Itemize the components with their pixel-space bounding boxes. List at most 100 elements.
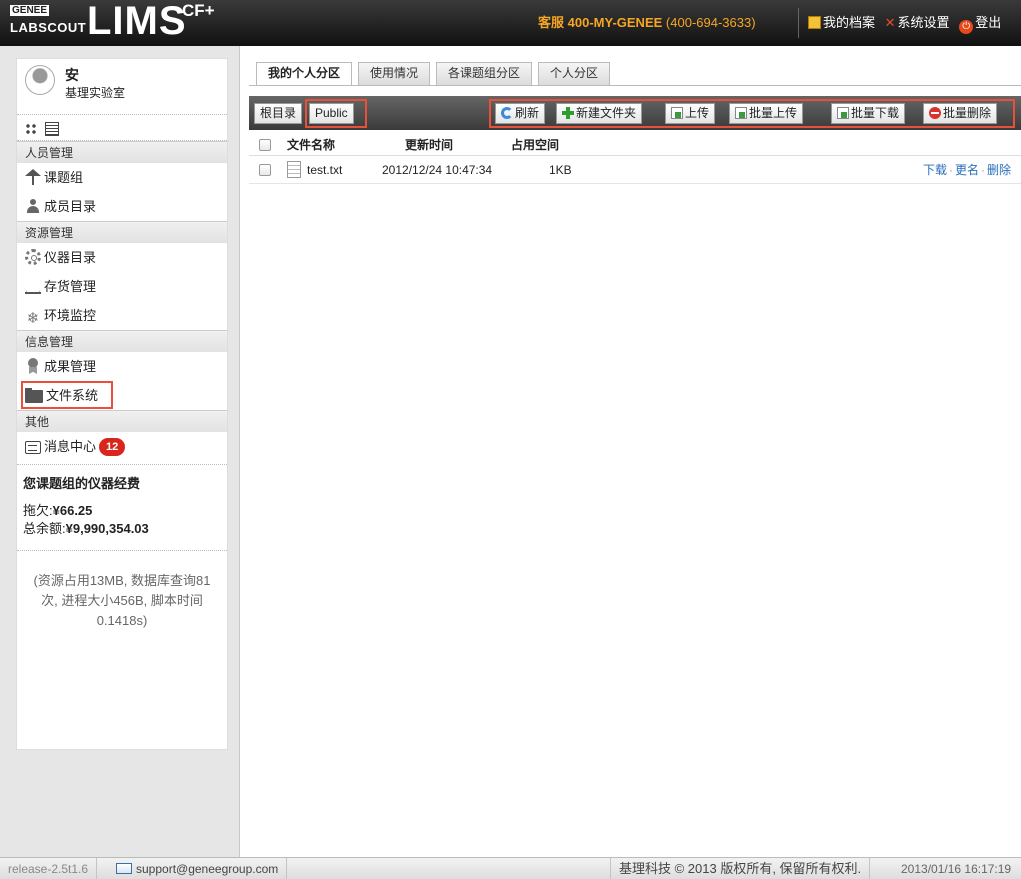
support-email-link[interactable]: support@geneegroup.com [108, 858, 288, 879]
column-time[interactable]: 更新时间 [405, 134, 453, 156]
download-link[interactable]: 下载 [923, 163, 947, 177]
upload-label: 上传 [685, 106, 710, 120]
copyright: 基理科技 © 2013 版权所有, 保留所有权利. [610, 858, 871, 879]
tab-group-partitions[interactable]: 各课题组分区 [436, 62, 533, 85]
edit-icon [808, 16, 821, 29]
sidebar-item-label: 成员目录 [44, 199, 97, 214]
group-icon [25, 169, 41, 185]
new-folder-label: 新建文件夹 [576, 106, 637, 120]
table-header: 文件名称 更新时间 占用空间 [249, 134, 1021, 156]
sidebar-item-label: 成果管理 [44, 359, 97, 374]
refresh-icon [501, 107, 513, 119]
tab-personal-partitions[interactable]: 个人分区 [538, 62, 611, 85]
user-name[interactable]: 安 [65, 65, 79, 85]
award-icon [25, 358, 41, 374]
logout-link[interactable]: ⏻ 登出 [959, 15, 1001, 34]
batch-upload-button[interactable]: 批量上传 [729, 103, 804, 124]
user-lab[interactable]: 基理实验室 [65, 84, 125, 101]
sidebar-item-label: 消息中心 [44, 439, 97, 454]
sidebar-item-env-monitor[interactable]: ❄ 环境监控 [17, 301, 227, 330]
sidebar-item-label: 仪器目录 [44, 250, 97, 265]
tab-my-partition[interactable]: 我的个人分区 [256, 62, 353, 85]
fund-owed: 拖欠:¥66.25 [23, 502, 221, 520]
gear-icon [25, 249, 41, 265]
top-header: GENEE LABSCOUT LIMS CF+ 客服 400-MY-GENEE … [0, 0, 1021, 46]
breadcrumb-current[interactable]: Public [309, 103, 354, 124]
logo-genee: GENEE [10, 5, 50, 16]
support-email: support@geneegroup.com [136, 862, 279, 876]
sidebar-item-label: 课题组 [44, 170, 84, 185]
balance-value: ¥9,990,354.03 [65, 521, 149, 536]
sidebar-item-groups[interactable]: 课题组 [17, 163, 227, 192]
file-toolbar: 根目录 Public 刷新 新建文件夹 上传 批量上传 批量下载 批量删除 [249, 96, 1021, 130]
sidebar-item-members[interactable]: 成员目录 [17, 192, 227, 221]
balance-label: 总余额: [23, 521, 66, 536]
logo-lims: LIMS [87, 0, 187, 43]
my-profile-link[interactable]: 我的档案 [808, 15, 875, 30]
sidebar-item-messages[interactable]: 消息中心 12 [17, 432, 227, 461]
logo-labscout: LABSCOUT [10, 20, 87, 35]
refresh-button[interactable]: 刷新 [495, 103, 546, 124]
owed-value: ¥66.25 [52, 503, 93, 518]
tab-underline [249, 85, 1021, 86]
support-hotline: 客服 400-MY-GENEE (400-694-3633) [530, 0, 764, 46]
new-folder-button[interactable]: 新建文件夹 [556, 103, 643, 124]
table-row: test.txt 2012/12/24 10:47:34 1KB 下载 · 更名 · 删… [249, 156, 1021, 184]
server-timestamp: 2013/01/16 16:17:19 [901, 862, 1012, 876]
sidebar-area: 安 基理实验室 人员管理 课题组 成员目录 资源管理 仪器目录 存货管理 ❄ 环境… [0, 46, 240, 857]
settings-link[interactable]: ✕ 系统设置 [885, 15, 950, 30]
fund-balance: 总余额:¥9,990,354.03 [23, 520, 221, 538]
column-name[interactable]: 文件名称 [287, 134, 335, 156]
batch-download-button[interactable]: 批量下载 [831, 103, 906, 124]
file-name: test.txt [307, 163, 343, 177]
release-version: release-2.5t1.6 [0, 858, 98, 879]
sidebar-item-achievements[interactable]: 成果管理 [17, 352, 227, 381]
hotline-digits: (400-694-3633) [665, 15, 756, 30]
owed-label: 拖欠: [23, 503, 53, 518]
action-separator: · [948, 163, 953, 177]
view-toggle [17, 115, 227, 141]
section-info: 信息管理 [17, 330, 227, 352]
message-icon [25, 441, 41, 454]
file-size: 1KB [549, 163, 572, 177]
section-resources: 资源管理 [17, 221, 227, 243]
select-all-checkbox[interactable] [259, 139, 271, 151]
file-time: 2012/12/24 10:47:34 [382, 163, 493, 177]
resource-stats: (资源占用13MB, 数据库查询81次, 进程大小456B, 脚本时间0.141… [17, 550, 227, 631]
avatar[interactable] [25, 65, 55, 95]
grid-view-icon[interactable] [25, 122, 37, 135]
delete-link[interactable]: 删除 [987, 163, 1011, 177]
folder-icon [25, 388, 43, 403]
column-size[interactable]: 占用空间 [511, 134, 559, 156]
sidebar-item-file-system[interactable]: 文件系统 [17, 381, 227, 410]
settings-label: 系统设置 [897, 15, 950, 30]
sidebar-item-inventory[interactable]: 存货管理 [17, 272, 227, 301]
batch-delete-label: 批量删除 [943, 106, 992, 120]
main-content: 我的个人分区 使用情况 各课题组分区 个人分区 根目录 Public 刷新 新建… [241, 46, 1021, 857]
header-links: 我的档案 ✕ 系统设置 ⏻ 登出 [808, 0, 1007, 46]
batch-download-label: 批量下载 [851, 106, 900, 120]
tab-usage[interactable]: 使用情况 [358, 62, 431, 85]
breadcrumb-root[interactable]: 根目录 [254, 103, 303, 124]
refresh-label: 刷新 [515, 106, 540, 120]
upload-button[interactable]: 上传 [665, 103, 716, 124]
text-file-icon [287, 161, 301, 178]
section-other: 其他 [17, 410, 227, 432]
snowflake-icon: ❄ [26, 310, 40, 327]
upload-icon [671, 107, 683, 119]
batch-delete-button[interactable]: 批量删除 [923, 103, 998, 124]
fund-panel: 您课题组的仪器经费 拖欠:¥66.25 总余额:¥9,990,354.03 [17, 464, 227, 538]
rename-link[interactable]: 更名 [955, 163, 979, 177]
my-profile-label: 我的档案 [823, 15, 876, 30]
hotline-number: 400-MY-GENEE [567, 15, 663, 30]
batch-download-icon [837, 107, 849, 119]
hotline-label: 客服 [538, 15, 565, 30]
mail-icon [116, 863, 132, 874]
sidebar-item-instruments[interactable]: 仪器目录 [17, 243, 227, 272]
plus-icon [562, 107, 574, 119]
file-name-cell[interactable]: test.txt [287, 156, 342, 184]
row-checkbox[interactable] [259, 164, 271, 176]
list-view-icon[interactable] [44, 121, 59, 136]
power-icon: ⏻ [959, 20, 974, 34]
user-panel: 安 基理实验室 [17, 59, 227, 115]
